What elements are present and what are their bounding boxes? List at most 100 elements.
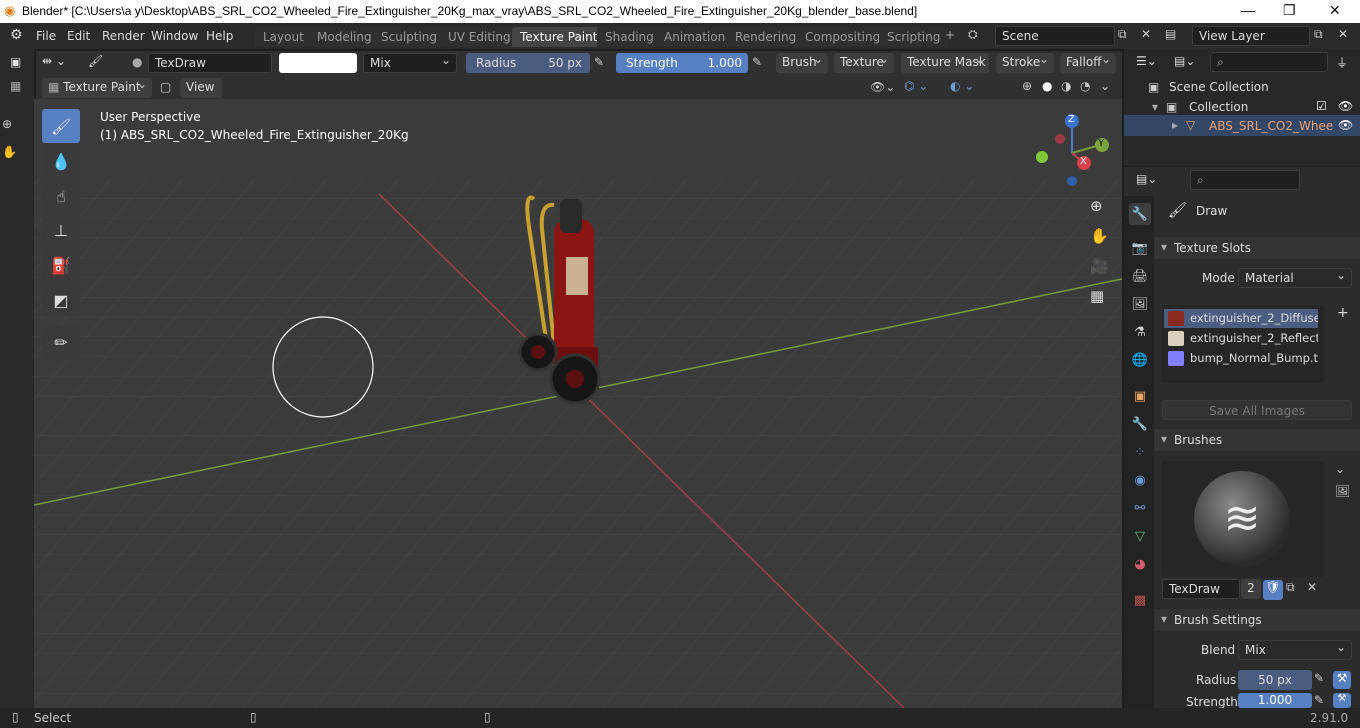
strength-setting-slider[interactable]: 1.000	[1238, 693, 1312, 708]
navigation-gizmo[interactable]: Z Y X	[1032, 113, 1112, 193]
falloff-menu[interactable]: Falloff	[1060, 52, 1116, 73]
texture-slot-item[interactable]: bump_Normal_Bump.tga	[1164, 349, 1318, 368]
pan-view-icon[interactable]: ✋	[1090, 227, 1109, 245]
gizmo-toggle-icon[interactable]: ⌬ ⌄	[904, 79, 928, 93]
view-layer-field[interactable]: View Layer	[1192, 26, 1310, 46]
texture-slot-item[interactable]: extinguisher_2_Diffuse...	[1164, 309, 1318, 328]
tab-scripting[interactable]: Scripting	[879, 27, 949, 47]
blender-menu-icon[interactable]: ⚙	[10, 27, 23, 43]
object-row[interactable]: ▸ ▽ ABS_SRL_CO2_Whee 👁	[1124, 115, 1360, 136]
pan-icon[interactable]: ✋	[2, 145, 17, 159]
zoom-view-icon[interactable]: ⊕	[1090, 197, 1103, 215]
mask-tool-button[interactable]: ◩	[42, 283, 80, 317]
radius-pressure-toggle-icon[interactable]: ✎	[1314, 671, 1324, 685]
texture-slots-header[interactable]: Texture Slots	[1154, 237, 1360, 259]
shading-material-icon[interactable]: ◑	[1061, 79, 1071, 93]
radius-unit-icon[interactable]: ⚒	[1333, 671, 1351, 689]
brushes-header[interactable]: Brushes	[1154, 429, 1360, 451]
add-texture-slot-icon[interactable]: +	[1337, 305, 1349, 321]
paint-mask-icon[interactable]: ▢	[160, 80, 171, 94]
scene-icon[interactable]: ⛭	[968, 27, 978, 42]
tool-tab-icon[interactable]: 🔧	[1129, 203, 1151, 225]
texture-menu[interactable]: Texture	[834, 52, 894, 73]
new-scene-icon[interactable]: ⧉	[1118, 27, 1127, 42]
slot-mode-dropdown[interactable]: Material	[1238, 268, 1352, 288]
output-tab-icon[interactable]: 🖨	[1129, 265, 1151, 287]
tab-sculpting[interactable]: Sculpting	[373, 27, 446, 47]
soften-tool-button[interactable]: 💧	[42, 144, 80, 178]
remove-scene-icon[interactable]: ✕	[1141, 27, 1151, 41]
shading-options-icon[interactable]: ⌄	[1100, 79, 1110, 93]
brush-settings-header[interactable]: Brush Settings	[1154, 609, 1360, 631]
3d-viewport[interactable]: 🖌 💧 ☝ ⊥ ⛽ ◩ ✏ User Perspective (1) ABS_S…	[34, 99, 1122, 708]
shading-solid-icon[interactable]: ●	[1042, 79, 1052, 93]
camera-view-icon[interactable]: 🎥	[1090, 257, 1109, 275]
physics-tab-icon[interactable]: ◉	[1129, 469, 1151, 491]
editor-type-button[interactable]: ⇹ ⌄	[42, 54, 66, 68]
brush-name-field[interactable]: TexDraw	[148, 53, 272, 73]
data-tab-icon[interactable]: ▽	[1129, 525, 1151, 547]
radius-setting-slider[interactable]: 50 px	[1238, 670, 1312, 690]
scene-field[interactable]: Scene	[995, 26, 1115, 46]
brush-icon[interactable]: 🖌	[88, 54, 103, 68]
texture-slot-item[interactable]: extinguisher_2_Reflecti...	[1164, 329, 1318, 348]
brush-users-count[interactable]: 2	[1241, 579, 1261, 599]
zoom-icon[interactable]: ⊕	[2, 117, 12, 131]
color-swatch[interactable]	[279, 53, 357, 73]
render-tab-icon[interactable]: 📷	[1129, 237, 1151, 259]
shading-rendered-icon[interactable]: ◔	[1080, 79, 1090, 93]
strength-slider[interactable]: Strength 1.000	[616, 53, 748, 73]
texture-tab-icon[interactable]: ▩	[1129, 589, 1151, 611]
brush-list-expand-icon[interactable]: ⌄	[1335, 462, 1345, 476]
outliner-editor-icon[interactable]: ☰⌄	[1136, 54, 1157, 68]
brush-name-input[interactable]: TexDraw	[1162, 579, 1240, 599]
strength-pressure-toggle-icon[interactable]: ✎	[1314, 693, 1324, 707]
brush-menu[interactable]: Brush	[776, 52, 828, 73]
constraints-tab-icon[interactable]: ⚯	[1129, 497, 1151, 519]
blend-dropdown[interactable]: Mix	[1238, 640, 1352, 660]
collection-label[interactable]: Collection	[1189, 100, 1248, 114]
minimize-icon[interactable]: —	[1241, 2, 1255, 18]
view-menu[interactable]: View	[180, 78, 222, 98]
ortho-toggle-icon[interactable]: ▦	[1090, 287, 1104, 305]
outliner-search[interactable]: ⌕	[1210, 52, 1328, 72]
stroke-menu[interactable]: Stroke	[996, 52, 1054, 73]
tab-animation[interactable]: Animation	[656, 27, 734, 47]
world-tab-icon[interactable]: 🌐	[1129, 349, 1151, 371]
brush-preview[interactable]: ≋	[1162, 461, 1324, 577]
clone-tool-button[interactable]: ⊥	[42, 213, 80, 247]
scene-collection-label[interactable]: Scene Collection	[1169, 80, 1269, 94]
filter-icon[interactable]: ⏚	[1336, 54, 1348, 71]
draw-tool-button[interactable]: 🖌	[42, 109, 80, 143]
collection-checkbox-icon[interactable]: ☑	[1316, 99, 1327, 113]
object-expand-icon[interactable]: ▸	[1172, 118, 1178, 132]
mode-dropdown[interactable]: ▦ Texture Paint	[42, 77, 152, 98]
grid-icon[interactable]: ▦	[10, 79, 21, 93]
collection-expand-icon[interactable]: ▾	[1152, 100, 1158, 114]
duplicate-brush-icon[interactable]: ⧉	[1286, 580, 1295, 595]
annotate-tool-button[interactable]: ✏	[42, 325, 80, 359]
brush-image-icon[interactable]: 🖼	[1335, 484, 1350, 498]
modifier-tab-icon[interactable]: 🔧	[1129, 413, 1151, 435]
radius-slider[interactable]: Radius 50 px	[466, 53, 590, 73]
editor-type-icon[interactable]: ▣	[10, 55, 21, 69]
tab-shading[interactable]: Shading	[597, 27, 662, 47]
fill-tool-button[interactable]: ⛽	[42, 248, 80, 282]
shading-wireframe-icon[interactable]: ⊕	[1022, 79, 1032, 93]
properties-editor-icon[interactable]: ▤⌄	[1136, 172, 1157, 186]
close-icon[interactable]: ✕	[1329, 2, 1341, 19]
collection-visibility-icon[interactable]: 👁	[1338, 99, 1353, 113]
material-tab-icon[interactable]: ◕	[1129, 553, 1151, 575]
menu-file[interactable]: File	[36, 29, 56, 43]
tab-compositing[interactable]: Compositing	[797, 27, 889, 47]
fake-user-icon[interactable]: 🛡	[1263, 580, 1283, 600]
add-workspace-icon[interactable]: +	[945, 28, 955, 42]
tab-layout[interactable]: Layout	[255, 27, 312, 47]
tab-rendering[interactable]: Rendering	[727, 27, 805, 47]
remove-view-layer-icon[interactable]: ✕	[1338, 27, 1348, 41]
texture-mask-menu[interactable]: Texture Mask	[901, 52, 989, 73]
object-tab-icon[interactable]: ▣	[1129, 385, 1151, 407]
particles-tab-icon[interactable]: ⁘	[1129, 441, 1151, 463]
tab-texture-paint[interactable]: Texture Paint	[512, 27, 606, 47]
tab-uv-editing[interactable]: UV Editing	[440, 27, 519, 47]
